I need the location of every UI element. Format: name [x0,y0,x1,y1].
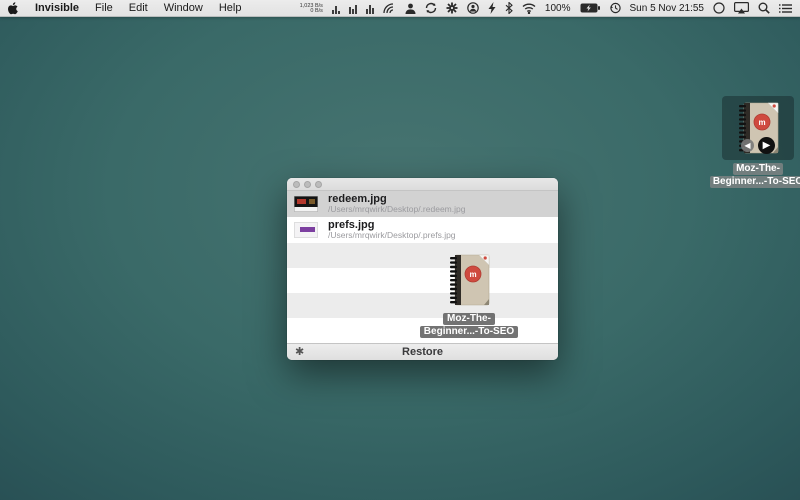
menu-help[interactable]: Help [219,2,242,14]
battery-icon[interactable] [580,3,600,13]
desktop-icon-label-line1: Moz-The- [733,163,783,175]
svg-text:m: m [758,118,765,127]
prefs-thumbnail-icon [294,222,318,238]
close-button[interactable] [293,181,300,188]
drag-label-line1: Moz-The- [443,313,495,325]
gear-button[interactable]: ✱ [295,345,304,360]
next-page-icon[interactable]: ▶ [758,137,775,154]
file-row-prefs[interactable]: prefs.jpg /Users/mrqwirk/Desktop/.prefs.… [287,217,558,243]
preview-page-arrows: ◀ ▶ [741,137,775,154]
sync-icon[interactable] [425,2,437,14]
desktop: Invisible File Edit Window Help 1,023 B/… [0,0,800,500]
file-row-redeem[interactable]: redeem.jpg /Users/mrqwirk/Desktop/.redee… [287,191,558,217]
bluetooth-icon[interactable] [505,2,513,14]
window-bottom-bar: ✱ Restore [287,343,558,360]
previous-page-icon[interactable]: ◀ [741,139,754,152]
menu-edit[interactable]: Edit [129,2,148,14]
disk-meter-icon[interactable] [366,3,374,14]
wifi-icon[interactable] [522,3,536,14]
file-path: /Users/mrqwirk/Desktop/.redeem.jpg [328,205,465,215]
drag-label-line2: Beginner...-To-SEO [420,326,518,338]
battery-percent-label: 100% [545,3,571,14]
restore-button[interactable]: Restore [287,346,558,358]
network-down-label: 0 B/s [310,9,323,14]
icon-selection-highlight: m ◀ ▶ [722,96,794,160]
menu-window[interactable]: Window [164,2,203,14]
power-bolt-icon[interactable] [488,2,496,14]
airplay-icon[interactable] [734,2,749,14]
memory-meter-icon[interactable] [349,3,357,14]
file-path: /Users/mrqwirk/Desktop/.prefs.jpg [328,231,456,241]
spotlight-icon[interactable] [758,2,770,14]
moz-book-file-icon: m [447,254,491,307]
window-title-bar[interactable] [287,178,558,191]
network-throughput[interactable]: 1,023 B/s 0 B/s [300,3,323,14]
desktop-icon-label-line2: Beginner...-To-SEO [710,176,800,188]
minimize-button[interactable] [304,181,311,188]
notification-center-icon[interactable] [779,3,792,14]
siri-icon[interactable] [713,2,725,14]
zoom-button[interactable] [315,181,322,188]
svg-text:m: m [469,270,476,279]
desktop-file-moz-seo[interactable]: m ◀ ▶ Moz-The- Beginner...-To-SEO [720,96,796,188]
time-machine-icon[interactable] [609,2,621,14]
menu-file[interactable]: File [95,2,113,14]
menu-clock[interactable]: Sun 5 Nov 21:55 [630,3,705,14]
menu-bar: Invisible File Edit Window Help 1,023 B/… [0,0,800,17]
user-icon[interactable] [405,3,416,14]
hotspot-icon[interactable] [383,3,396,14]
menu-app-name[interactable]: Invisible [35,2,79,14]
redeem-thumbnail-icon [294,196,318,212]
gear-menu-icon[interactable] [446,2,458,14]
vpn-icon[interactable] [467,2,479,14]
apple-menu-icon[interactable] [8,2,19,15]
dragged-file[interactable]: m Moz-The- Beginner...-To-SEO [447,254,567,338]
cpu-meter-icon[interactable] [332,3,340,14]
